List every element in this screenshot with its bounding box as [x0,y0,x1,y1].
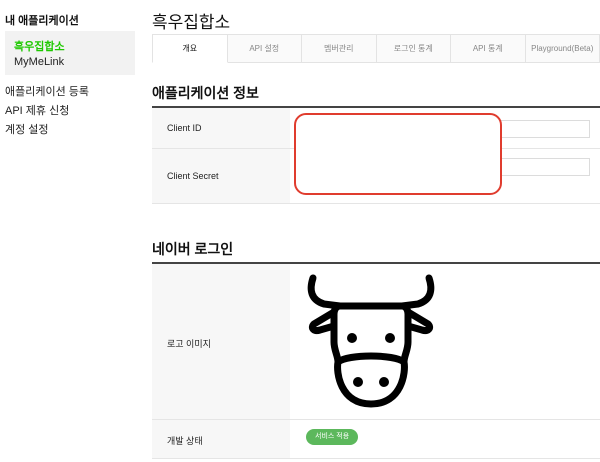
client-secret-label: Client Secret [167,171,219,181]
tab-api-stats[interactable]: API 통계 [451,34,526,62]
sidebar-link-api-partnership[interactable]: API 제휴 신청 [5,102,69,118]
sidebar-app-list: 흑우집합소 MyMeLink [5,31,135,75]
app-info-title: 애플리케이션 정보 [152,85,259,101]
logo-row: 로고 이미지 [152,264,600,420]
page-title: 흑우집합소 [152,13,231,32]
tab-overview[interactable]: 개요 [152,34,228,63]
tab-playground[interactable]: Playground(Beta) [525,34,600,62]
sidebar-title: 내 애플리케이션 [5,15,79,27]
status-badge: 서비스 적용 [306,429,359,445]
redaction-box [294,113,502,195]
tab-bar: 개요 API 설정 멤버관리 로그인 통계 API 통계 Playground(… [152,34,600,63]
sidebar-link-register-app[interactable]: 애플리케이션 등록 [5,83,89,99]
dev-status-row: 개발 상태 [152,420,600,459]
naver-login-table: 로고 이미지 개발 상태 [152,262,600,460]
client-id-label: Client ID [167,123,202,133]
tab-member-management[interactable]: 멤버관리 [302,34,377,62]
dev-status-label: 개발 상태 [167,436,203,446]
tab-login-stats[interactable]: 로그인 통계 [376,34,451,62]
sidebar-link-account-settings[interactable]: 계정 설정 [5,121,49,137]
main-content: 흑우집합소 개요 API 설정 멤버관리 로그인 통계 API 통계 Playg… [152,0,600,462]
sidebar: 내 애플리케이션 흑우집합소 MyMeLink 애플리케이션 등록 API 제휴… [0,0,136,462]
naver-login-title: 네이버 로그인 [152,241,234,257]
sidebar-app-item[interactable]: MyMeLink [14,56,64,68]
tab-api-settings[interactable]: API 설정 [227,34,302,62]
cow-face-icon [307,274,435,408]
sidebar-app-active[interactable]: 흑우집합소 [14,38,65,54]
logo-image-label: 로고 이미지 [167,339,211,349]
